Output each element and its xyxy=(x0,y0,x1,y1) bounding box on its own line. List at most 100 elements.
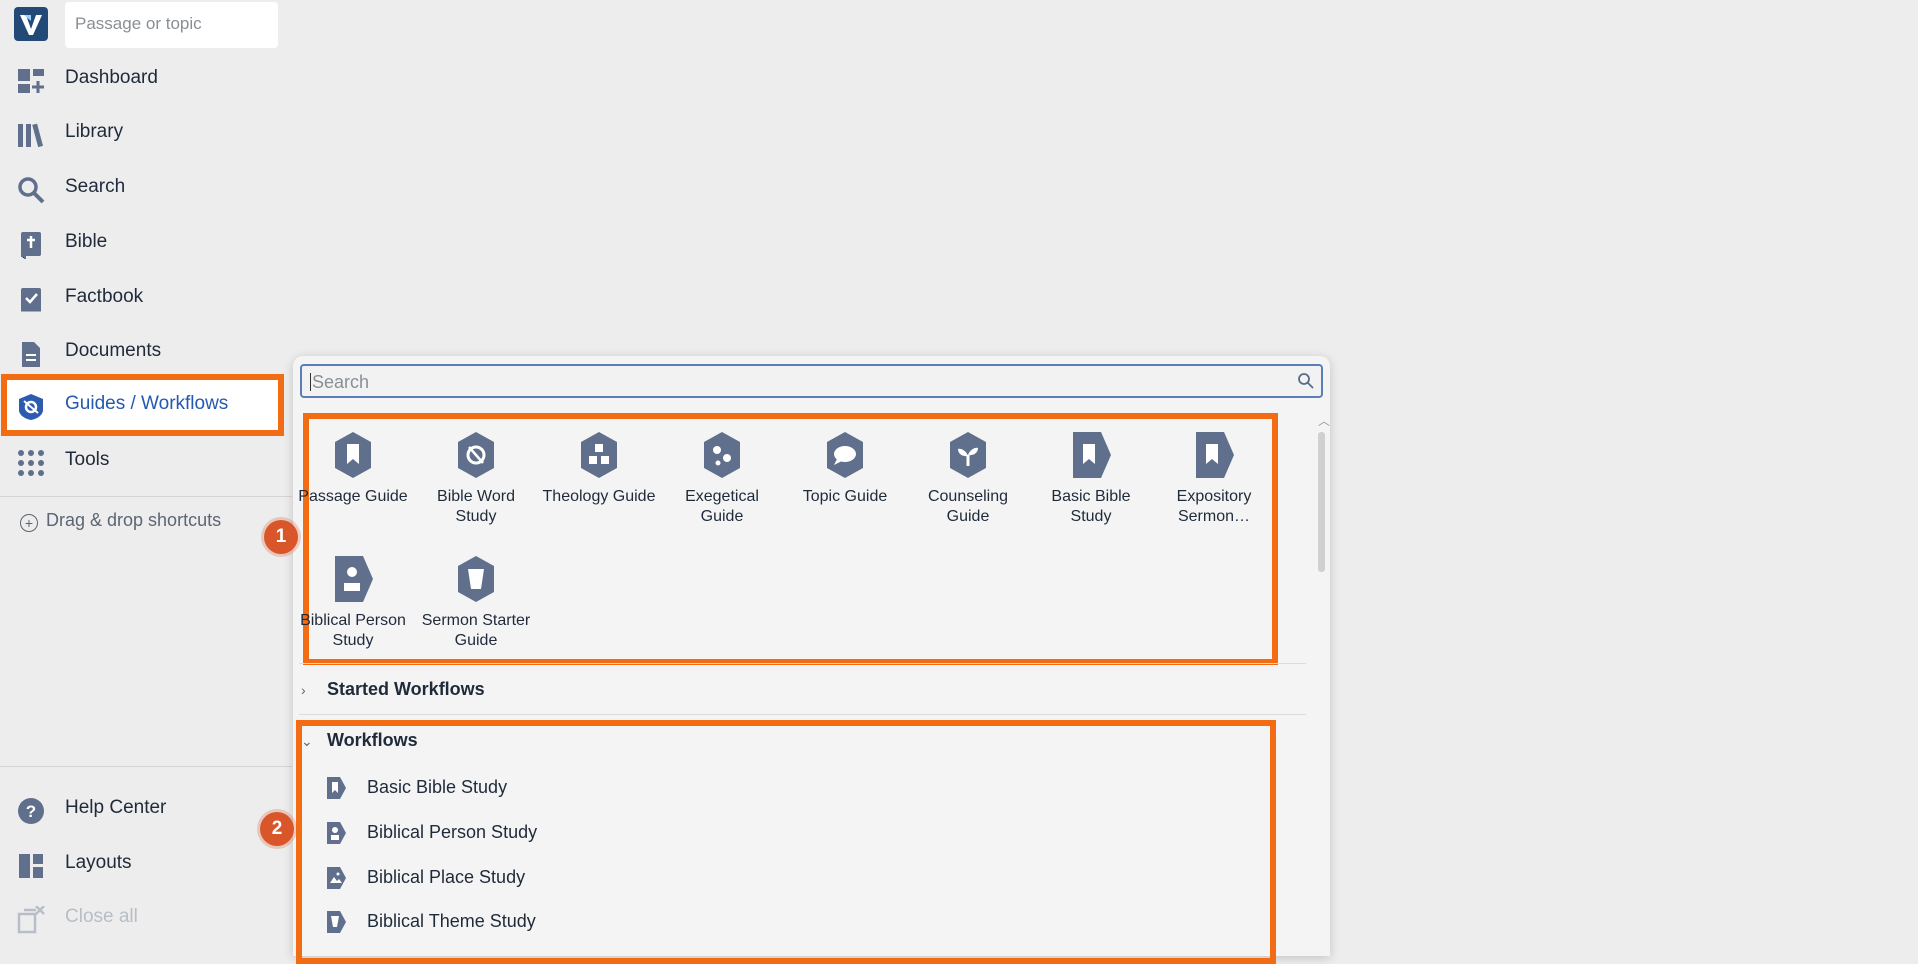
chevron-right-icon: › xyxy=(301,682,306,698)
scroll-up-arrow[interactable]: ︿ xyxy=(1318,412,1330,429)
section-divider xyxy=(299,663,1306,664)
sidebar-item-label: Layouts xyxy=(65,852,132,873)
workflow-item-biblical-person-study[interactable]: Biblical Person Study xyxy=(325,819,725,849)
sidebar-item-tools[interactable]: Tools xyxy=(0,436,292,488)
sidebar-item-label: Dashboard xyxy=(65,67,158,88)
section-title: Started Workflows xyxy=(327,679,485,699)
bookmark-icon xyxy=(335,432,371,478)
sidebar-item-close-all[interactable]: Close all xyxy=(0,893,292,945)
bookmark-icon xyxy=(327,777,346,799)
scrollbar-thumb[interactable] xyxy=(1318,432,1325,572)
landscape-icon xyxy=(327,867,346,889)
logos-logo-icon[interactable] xyxy=(14,7,48,41)
sidebar-divider xyxy=(0,496,292,497)
theology-icon xyxy=(581,432,617,478)
help-icon: ? xyxy=(18,798,44,824)
bible-icon xyxy=(21,232,41,259)
sidebar-item-label: Bible xyxy=(65,231,108,252)
guide-label: Theology Guide xyxy=(542,488,656,505)
layouts-icon xyxy=(19,854,43,878)
guides-workflows-popup: Search ︿ Passage Guide Bible Word Study … xyxy=(293,356,1330,964)
guide-topic-guide[interactable]: Topic Guide xyxy=(786,431,904,507)
sidebar-item-search[interactable]: Search xyxy=(0,163,292,215)
sidebar-item-label: Library xyxy=(65,121,124,142)
guide-biblical-person-study[interactable]: Biblical Person Study xyxy=(294,555,412,651)
text-caret xyxy=(310,373,311,391)
annotation-badge-2: 2 xyxy=(260,812,294,846)
guide-basic-bible-study[interactable]: Basic Bible Study xyxy=(1032,431,1150,527)
workflow-label: Biblical Theme Study xyxy=(367,911,536,931)
plus-icon: + xyxy=(20,514,38,532)
workflow-item-basic-bible-study[interactable]: Basic Bible Study xyxy=(325,774,725,804)
search-icon[interactable] xyxy=(1297,372,1315,390)
sprout-icon xyxy=(950,432,986,478)
passage-search-input[interactable]: Passage or topic xyxy=(65,2,278,48)
guide-exegetical-guide[interactable]: Exegetical Guide xyxy=(663,431,781,527)
guide-label: Basic Bible Study xyxy=(1051,488,1131,525)
annotation-badge-1: 1 xyxy=(264,520,298,554)
started-workflows-header[interactable]: › Started Workflows xyxy=(301,679,485,700)
sidebar-item-label: Close all xyxy=(65,906,138,927)
guides-search-input[interactable]: Search xyxy=(300,364,1323,398)
sidebar-item-label: Guides / Workflows xyxy=(65,393,229,414)
guide-label: Passage Guide xyxy=(298,488,408,505)
sidebar-item-dashboard[interactable]: Dashboard xyxy=(0,54,292,106)
workflows-header[interactable]: ⌄ Workflows xyxy=(301,730,418,751)
cup-icon xyxy=(327,911,346,933)
workflow-item-biblical-place-study[interactable]: Biblical Place Study xyxy=(325,864,725,894)
sidebar-item-guides-workflows[interactable]: Guides / Workflows xyxy=(0,380,292,432)
search-placeholder: Search xyxy=(312,372,370,392)
sidebar-item-library[interactable]: Library xyxy=(0,108,292,160)
sidebar-item-label: Help Center xyxy=(65,797,167,818)
guide-label: Biblical Person Study xyxy=(300,612,406,649)
section-divider xyxy=(299,714,1306,715)
speech-bubble-icon xyxy=(827,432,863,478)
dashboard-icon xyxy=(18,69,44,93)
library-icon xyxy=(18,123,44,148)
sidebar: Passage or topic Dashboard Library Searc… xyxy=(0,0,292,936)
section-title: Workflows xyxy=(327,730,418,750)
guide-passage-guide[interactable]: Passage Guide xyxy=(294,431,412,507)
guide-label: Topic Guide xyxy=(802,488,888,505)
cup-icon xyxy=(458,556,494,602)
person-icon xyxy=(335,556,373,602)
guide-theology-guide[interactable]: Theology Guide xyxy=(540,431,658,507)
guide-expository-sermon[interactable]: Expository Sermon… xyxy=(1155,431,1273,527)
guides-icon xyxy=(19,394,43,420)
sidebar-item-layouts[interactable]: Layouts xyxy=(0,839,292,891)
sidebar-item-help-center[interactable]: ? Help Center xyxy=(0,784,292,836)
bookmark-icon xyxy=(1196,432,1234,478)
workflow-label: Biblical Place Study xyxy=(367,867,526,887)
sidebar-item-documents[interactable]: Documents xyxy=(0,327,292,379)
search-icon xyxy=(18,177,45,204)
guide-bible-word-study[interactable]: Bible Word Study xyxy=(417,431,535,527)
factbook-icon xyxy=(21,288,41,312)
person-icon xyxy=(327,822,346,844)
guide-label: Exegetical Guide xyxy=(685,488,759,525)
workflow-item-biblical-theme-study[interactable]: Biblical Theme Study xyxy=(325,908,725,938)
exegetical-icon xyxy=(704,432,740,478)
drag-drop-shortcuts[interactable]: + Drag & drop shortcuts xyxy=(20,510,221,532)
sidebar-divider xyxy=(0,766,292,767)
guide-label: Bible Word Study xyxy=(437,488,515,525)
drag-drop-label: Drag & drop shortcuts xyxy=(46,510,222,530)
close-all-icon xyxy=(17,906,45,934)
guide-label: Expository Sermon… xyxy=(1176,488,1252,525)
sidebar-item-label: Factbook xyxy=(65,286,144,307)
bookmark-icon xyxy=(1073,432,1111,478)
guide-counseling-guide[interactable]: Counseling Guide xyxy=(909,431,1027,527)
documents-icon xyxy=(22,342,40,367)
guide-sermon-starter-guide[interactable]: Sermon Starter Guide xyxy=(417,555,535,651)
chevron-down-icon: ⌄ xyxy=(301,733,313,749)
sidebar-item-label: Search xyxy=(65,176,126,197)
guide-label: Counseling Guide xyxy=(927,488,1009,525)
word-study-icon xyxy=(458,432,494,478)
sidebar-item-label: Documents xyxy=(65,340,162,361)
tools-grid-icon xyxy=(18,450,44,476)
workflow-label: Biblical Person Study xyxy=(367,822,538,842)
workflow-label: Basic Bible Study xyxy=(367,777,508,797)
sidebar-item-factbook[interactable]: Factbook xyxy=(0,273,292,325)
sidebar-item-label: Tools xyxy=(65,449,110,470)
guide-label: Sermon Starter Guide xyxy=(421,612,531,649)
sidebar-item-bible[interactable]: Bible xyxy=(0,218,292,270)
